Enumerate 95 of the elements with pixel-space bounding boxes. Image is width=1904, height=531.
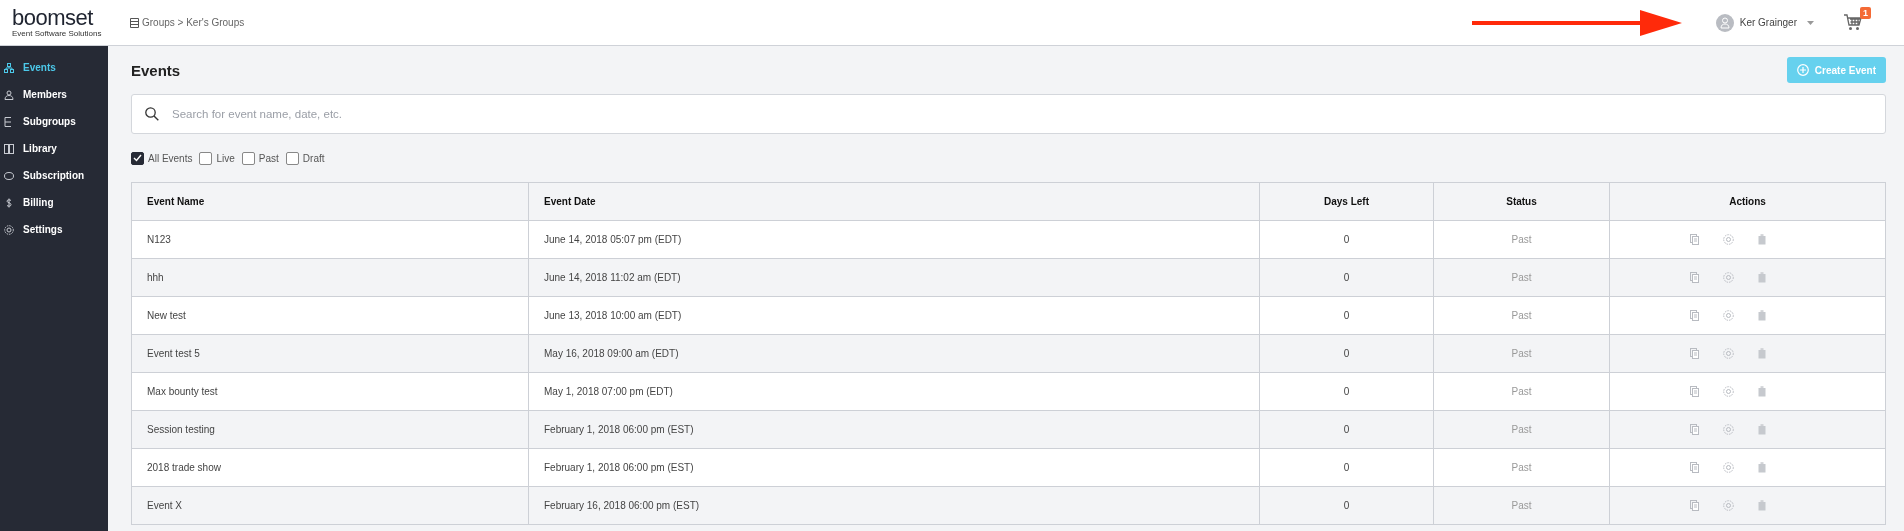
filter-label[interactable]: All Events	[148, 152, 193, 164]
sidebar-item[interactable]: Subgroups	[0, 108, 108, 135]
table-cell: Past	[1433, 486, 1610, 525]
table-cell: 0	[1259, 486, 1434, 525]
table-cell: 0	[1259, 296, 1434, 335]
settings-icon	[4, 224, 14, 235]
table-cell: February 1, 2018 06:00 pm (EST)	[528, 448, 1260, 487]
trash-icon[interactable]	[1757, 272, 1766, 283]
table-cell: Past	[1433, 334, 1610, 373]
copy-icon[interactable]	[1689, 462, 1699, 473]
table-cell: February 1, 2018 06:00 pm (EST)	[528, 410, 1260, 449]
settings-icon[interactable]	[1722, 348, 1734, 359]
table-cell: Session testing	[131, 410, 529, 449]
table-cell: 0	[1259, 334, 1434, 373]
table-cell: 2018 trade show	[131, 448, 529, 487]
user-menu[interactable]: Ker Grainger	[1739, 17, 1797, 28]
trash-icon[interactable]	[1757, 386, 1766, 397]
table-cell: May 1, 2018 07:00 pm (EDT)	[528, 372, 1260, 411]
table-cell: February 16, 2018 06:00 pm (EST)	[528, 486, 1260, 525]
column-header: Status	[1433, 182, 1610, 221]
tree-icon	[4, 116, 14, 127]
cart-badge: 1	[1860, 7, 1871, 19]
table-cell: 0	[1259, 220, 1434, 259]
network-icon	[4, 62, 14, 73]
table-cell: 0	[1259, 372, 1434, 411]
logo: boomset	[12, 7, 95, 29]
column-header: Days Left	[1259, 182, 1434, 221]
filter-label[interactable]: Draft	[302, 152, 325, 164]
filter-label[interactable]: Past	[258, 152, 279, 164]
copy-icon[interactable]	[1689, 424, 1699, 435]
cart-icon[interactable]	[1844, 14, 1862, 31]
table-cell: Max bounty test	[131, 372, 529, 411]
person-icon	[4, 89, 14, 100]
table-cell: Event X	[131, 486, 529, 525]
checkbox[interactable]	[199, 151, 213, 165]
trash-icon[interactable]	[1757, 234, 1766, 245]
table-cell: Past	[1433, 220, 1610, 259]
settings-icon[interactable]	[1722, 272, 1734, 283]
breadcrumb[interactable]: Groups > Ker's Groups	[142, 17, 245, 28]
trash-icon[interactable]	[1757, 424, 1766, 435]
settings-icon[interactable]	[1722, 234, 1734, 245]
dollar-icon	[4, 197, 14, 208]
table-cell: Past	[1433, 448, 1610, 487]
table-cell: 0	[1259, 410, 1434, 449]
sidebar-item[interactable]: Billing	[0, 189, 108, 216]
table-cell: June 14, 2018 11:02 am (EDT)	[528, 258, 1260, 297]
settings-icon[interactable]	[1722, 310, 1734, 321]
copy-icon[interactable]	[1689, 348, 1699, 359]
table-cell: May 16, 2018 09:00 am (EDT)	[528, 334, 1260, 373]
plus-circle-icon	[1796, 64, 1809, 76]
copy-icon[interactable]	[1689, 272, 1699, 283]
table-cell: hhh	[131, 258, 529, 297]
page-title: Events	[131, 61, 181, 79]
table-cell: June 14, 2018 05:07 pm (EDT)	[528, 220, 1260, 259]
table-cell: Past	[1433, 258, 1610, 297]
column-header: Event Date	[528, 182, 1260, 221]
book-icon	[4, 143, 14, 154]
trash-icon[interactable]	[1757, 310, 1766, 321]
sidebar-item[interactable]: Settings	[0, 216, 108, 243]
sidebar-item[interactable]: Events	[0, 54, 108, 81]
ring-icon	[4, 170, 14, 181]
table-cell: New test	[131, 296, 529, 335]
trash-icon[interactable]	[1757, 462, 1766, 473]
sidebar-item[interactable]: Members	[0, 81, 108, 108]
filter-label[interactable]: Live	[216, 152, 235, 164]
settings-icon[interactable]	[1722, 462, 1734, 473]
trash-icon[interactable]	[1757, 500, 1766, 511]
table-cell: Past	[1433, 296, 1610, 335]
table-cell: N123	[131, 220, 529, 259]
table-cell: Past	[1433, 372, 1610, 411]
checkbox[interactable]	[131, 151, 144, 165]
sidebar-item[interactable]: Subscription	[0, 162, 108, 189]
logo-tagline: Event Software Solutions	[12, 29, 103, 38]
column-header: Actions	[1609, 182, 1886, 221]
table-cell: June 13, 2018 10:00 am (EDT)	[528, 296, 1260, 335]
settings-icon[interactable]	[1722, 500, 1734, 511]
table-cell: Event test 5	[131, 334, 529, 373]
trash-icon[interactable]	[1757, 348, 1766, 359]
avatar-icon	[1715, 13, 1734, 32]
copy-icon[interactable]	[1689, 386, 1699, 397]
settings-icon[interactable]	[1722, 386, 1734, 397]
list-icon	[130, 17, 139, 28]
table-cell: 0	[1259, 258, 1434, 297]
settings-icon[interactable]	[1722, 424, 1734, 435]
caret-icon[interactable]	[1807, 20, 1814, 25]
checkbox[interactable]	[285, 151, 299, 165]
copy-icon[interactable]	[1689, 234, 1699, 245]
copy-icon[interactable]	[1689, 500, 1699, 511]
checkbox[interactable]	[241, 151, 255, 165]
sidebar-item[interactable]: Library	[0, 135, 108, 162]
search-field[interactable]: Search for event name, date, etc.	[131, 94, 1886, 134]
copy-icon[interactable]	[1689, 310, 1699, 321]
table-cell: 0	[1259, 448, 1434, 487]
column-header: Event Name	[131, 182, 529, 221]
table-cell: Past	[1433, 410, 1610, 449]
